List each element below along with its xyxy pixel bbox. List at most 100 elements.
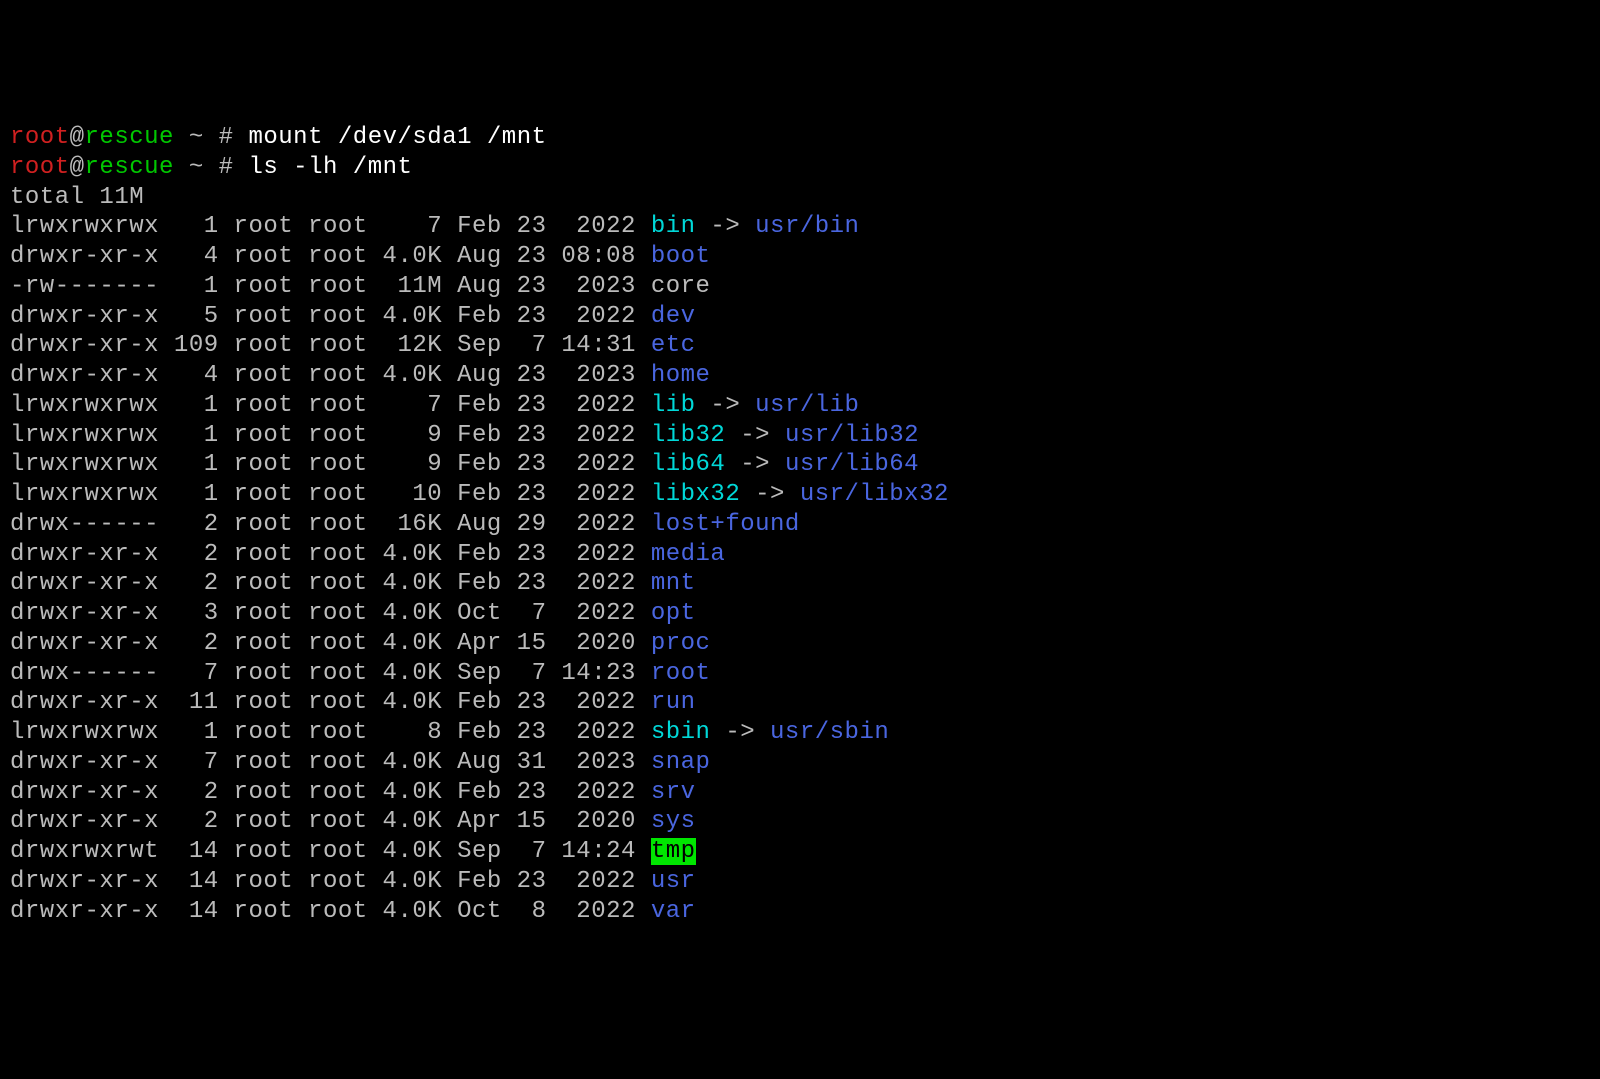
ls-meta: drwxr-xr-x 2 root root 4.0K Apr 15 2020 <box>10 630 651 657</box>
symlink-target: usr/lib32 <box>785 422 919 449</box>
ls-filename: bin <box>651 213 696 240</box>
ls-entry: drwxr-xr-x 2 root root 4.0K Apr 15 2020 … <box>10 807 1590 837</box>
ls-entry: drwx------ 2 root root 16K Aug 29 2022 l… <box>10 510 1590 540</box>
ls-meta: drwxr-xr-x 4 root root 4.0K Aug 23 2023 <box>10 362 651 389</box>
ls-filename: core <box>651 273 711 300</box>
symlink-arrow: -> <box>710 719 770 746</box>
ls-filename: tmp <box>651 838 696 865</box>
prompt-hash: # <box>219 124 249 151</box>
ls-entry: drwxr-xr-x 11 root root 4.0K Feb 23 2022… <box>10 688 1590 718</box>
symlink-arrow: -> <box>740 481 800 508</box>
ls-entry: drwxr-xr-x 109 root root 12K Sep 7 14:31… <box>10 331 1590 361</box>
ls-meta: drwxr-xr-x 2 root root 4.0K Feb 23 2022 <box>10 570 651 597</box>
ls-entry: lrwxrwxrwx 1 root root 9 Feb 23 2022 lib… <box>10 421 1590 451</box>
ls-filename: snap <box>651 749 711 776</box>
symlink-target: usr/bin <box>755 213 859 240</box>
symlink-arrow: -> <box>696 392 756 419</box>
ls-entry: lrwxrwxrwx 1 root root 8 Feb 23 2022 sbi… <box>10 718 1590 748</box>
ls-meta: lrwxrwxrwx 1 root root 7 Feb 23 2022 <box>10 213 651 240</box>
ls-filename: proc <box>651 630 711 657</box>
ls-meta: drwxr-xr-x 7 root root 4.0K Aug 31 2023 <box>10 749 651 776</box>
symlink-target: usr/libx32 <box>800 481 949 508</box>
ls-filename: usr <box>651 868 696 895</box>
ls-filename: run <box>651 689 696 716</box>
ls-entry: drwxr-xr-x 4 root root 4.0K Aug 23 08:08… <box>10 242 1590 272</box>
symlink-target: usr/lib64 <box>785 451 919 478</box>
ls-meta: drwxrwxrwt 14 root root 4.0K Sep 7 14:24 <box>10 838 651 865</box>
ls-entry: drwxr-xr-x 4 root root 4.0K Aug 23 2023 … <box>10 361 1590 391</box>
ls-entry: drwxrwxrwt 14 root root 4.0K Sep 7 14:24… <box>10 837 1590 867</box>
prompt-hash: # <box>219 154 249 181</box>
terminal-output[interactable]: root@rescue ~ # mount /dev/sda1 /mntroot… <box>10 123 1590 926</box>
command-text: mount /dev/sda1 /mnt <box>248 124 546 151</box>
ls-entry: lrwxrwxrwx 1 root root 7 Feb 23 2022 lib… <box>10 391 1590 421</box>
symlink-arrow: -> <box>725 422 785 449</box>
ls-entry: drwxr-xr-x 5 root root 4.0K Feb 23 2022 … <box>10 302 1590 332</box>
ls-meta: drwxr-xr-x 109 root root 12K Sep 7 14:31 <box>10 332 651 359</box>
ls-meta: lrwxrwxrwx 1 root root 7 Feb 23 2022 <box>10 392 651 419</box>
ls-meta: -rw------- 1 root root 11M Aug 23 2023 <box>10 273 651 300</box>
ls-filename: srv <box>651 779 696 806</box>
ls-entry: drwxr-xr-x 2 root root 4.0K Feb 23 2022 … <box>10 778 1590 808</box>
ls-meta: drwxr-xr-x 3 root root 4.0K Oct 7 2022 <box>10 600 651 627</box>
prompt-cwd: ~ <box>174 124 219 151</box>
ls-filename: var <box>651 898 696 925</box>
ls-filename: lib <box>651 392 696 419</box>
prompt-at: @ <box>70 154 85 181</box>
ls-filename: sys <box>651 808 696 835</box>
ls-filename: mnt <box>651 570 696 597</box>
ls-filename: lost+found <box>651 511 800 538</box>
ls-filename: home <box>651 362 711 389</box>
ls-filename: etc <box>651 332 696 359</box>
ls-entry: drwxr-xr-x 14 root root 4.0K Oct 8 2022 … <box>10 897 1590 927</box>
ls-filename: libx32 <box>651 481 740 508</box>
command-line: root@rescue ~ # ls -lh /mnt <box>10 153 1590 183</box>
command-line: root@rescue ~ # mount /dev/sda1 /mnt <box>10 123 1590 153</box>
ls-meta: drwxr-xr-x 14 root root 4.0K Oct 8 2022 <box>10 898 651 925</box>
ls-meta: lrwxrwxrwx 1 root root 9 Feb 23 2022 <box>10 422 651 449</box>
ls-entry: lrwxrwxrwx 1 root root 7 Feb 23 2022 bin… <box>10 212 1590 242</box>
ls-entry: drwxr-xr-x 2 root root 4.0K Apr 15 2020 … <box>10 629 1590 659</box>
ls-meta: lrwxrwxrwx 1 root root 9 Feb 23 2022 <box>10 451 651 478</box>
ls-entry: lrwxrwxrwx 1 root root 9 Feb 23 2022 lib… <box>10 450 1590 480</box>
ls-filename: sbin <box>651 719 711 746</box>
symlink-arrow: -> <box>696 213 756 240</box>
symlink-target: usr/sbin <box>770 719 889 746</box>
ls-meta: drwxr-xr-x 14 root root 4.0K Feb 23 2022 <box>10 868 651 895</box>
ls-filename: lib32 <box>651 422 726 449</box>
symlink-arrow: -> <box>725 451 785 478</box>
ls-meta: drwxr-xr-x 2 root root 4.0K Apr 15 2020 <box>10 808 651 835</box>
ls-meta: drwx------ 2 root root 16K Aug 29 2022 <box>10 511 651 538</box>
ls-meta: drwx------ 7 root root 4.0K Sep 7 14:23 <box>10 660 651 687</box>
ls-total: total 11M <box>10 183 1590 213</box>
prompt-user: root <box>10 124 70 151</box>
ls-entry: -rw------- 1 root root 11M Aug 23 2023 c… <box>10 272 1590 302</box>
symlink-target: usr/lib <box>755 392 859 419</box>
ls-entry: drwx------ 7 root root 4.0K Sep 7 14:23 … <box>10 659 1590 689</box>
prompt-at: @ <box>70 124 85 151</box>
ls-filename: boot <box>651 243 711 270</box>
ls-meta: drwxr-xr-x 4 root root 4.0K Aug 23 08:08 <box>10 243 651 270</box>
ls-entry: drwxr-xr-x 14 root root 4.0K Feb 23 2022… <box>10 867 1590 897</box>
ls-entry: lrwxrwxrwx 1 root root 10 Feb 23 2022 li… <box>10 480 1590 510</box>
ls-meta: drwxr-xr-x 2 root root 4.0K Feb 23 2022 <box>10 541 651 568</box>
prompt-host: rescue <box>85 154 174 181</box>
ls-meta: drwxr-xr-x 5 root root 4.0K Feb 23 2022 <box>10 303 651 330</box>
ls-meta: lrwxrwxrwx 1 root root 10 Feb 23 2022 <box>10 481 651 508</box>
prompt-cwd: ~ <box>174 154 219 181</box>
ls-entry: drwxr-xr-x 3 root root 4.0K Oct 7 2022 o… <box>10 599 1590 629</box>
ls-filename: media <box>651 541 726 568</box>
ls-filename: opt <box>651 600 696 627</box>
command-text: ls -lh /mnt <box>248 154 412 181</box>
prompt-host: rescue <box>85 124 174 151</box>
ls-entry: drwxr-xr-x 2 root root 4.0K Feb 23 2022 … <box>10 540 1590 570</box>
ls-meta: drwxr-xr-x 11 root root 4.0K Feb 23 2022 <box>10 689 651 716</box>
ls-entry: drwxr-xr-x 2 root root 4.0K Feb 23 2022 … <box>10 569 1590 599</box>
ls-meta: lrwxrwxrwx 1 root root 8 Feb 23 2022 <box>10 719 651 746</box>
ls-entry: drwxr-xr-x 7 root root 4.0K Aug 31 2023 … <box>10 748 1590 778</box>
ls-filename: lib64 <box>651 451 726 478</box>
ls-filename: root <box>651 660 711 687</box>
prompt-user: root <box>10 154 70 181</box>
ls-filename: dev <box>651 303 696 330</box>
ls-meta: drwxr-xr-x 2 root root 4.0K Feb 23 2022 <box>10 779 651 806</box>
